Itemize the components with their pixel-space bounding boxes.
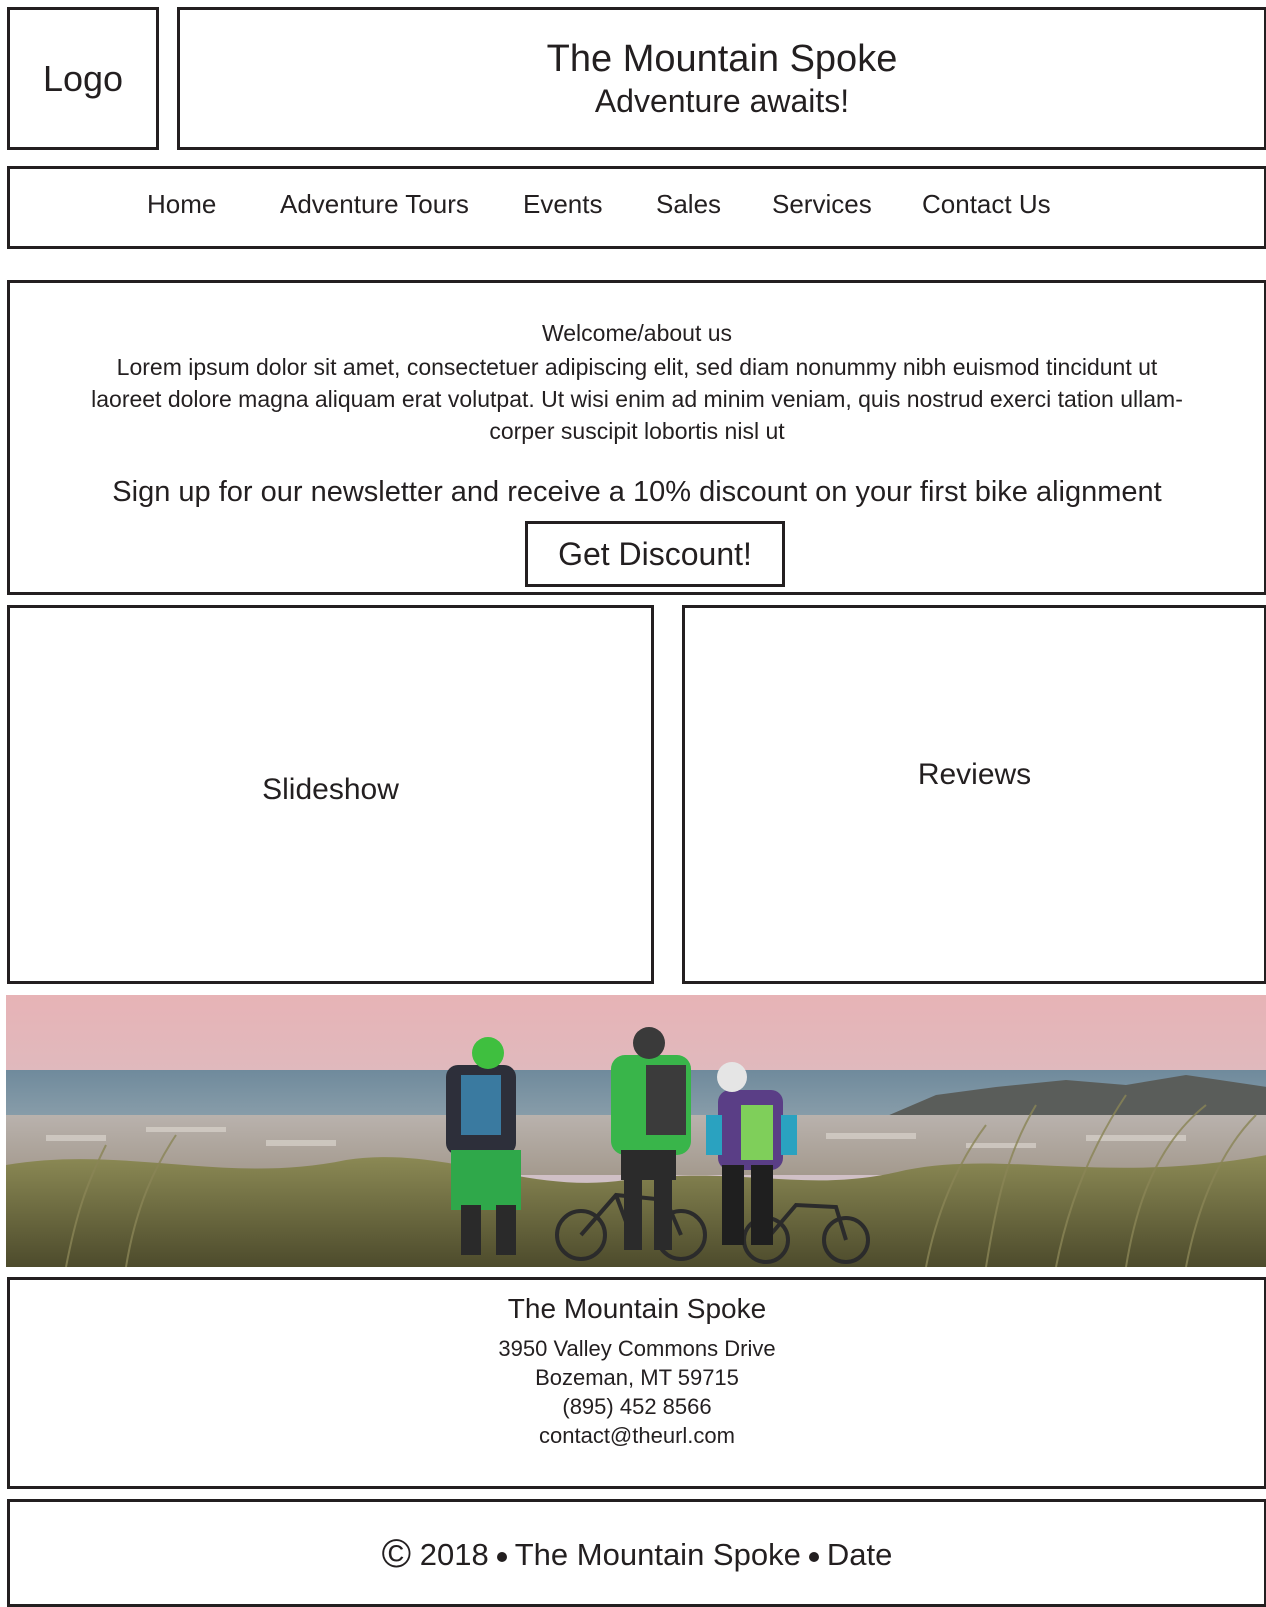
site-tagline: Adventure awaits!: [594, 82, 850, 119]
welcome-body-line: Lorem ipsum dolor sit amet, consectetuer…: [116, 354, 1158, 380]
get-discount-button[interactable]: Get Discount!: [525, 521, 785, 587]
logo-text: Logo: [42, 57, 124, 99]
copyright-year: 2018: [419, 1537, 489, 1572]
contact-city-line: Bozeman, MT 59715: [535, 1365, 739, 1390]
separator-dot-icon: [496, 1551, 507, 1562]
nav-item-services[interactable]: Services: [772, 188, 872, 220]
nav-item-adventure-tours[interactable]: Adventure Tours: [280, 188, 469, 220]
contact-company-name: The Mountain Spoke: [507, 1293, 767, 1324]
nav-item-home[interactable]: Home: [147, 188, 216, 220]
welcome-section: Welcome/about us Lorem ipsum dolor sit a…: [7, 280, 1266, 595]
main-nav: Home Adventure Tours Events Sales Servic…: [7, 166, 1266, 249]
nav-item-sales[interactable]: Sales: [656, 188, 721, 220]
newsletter-text: Sign up for our newsletter and receive a…: [112, 476, 1162, 508]
welcome-body: Lorem ipsum dolor sit amet, consectetuer…: [38, 351, 1236, 447]
contact-phone[interactable]: (895) 452 8566: [10, 1394, 1264, 1420]
slideshow-label: Slideshow: [262, 773, 399, 806]
nav-item-contact-us[interactable]: Contact Us: [922, 188, 1051, 220]
separator-dot-icon: [808, 1551, 819, 1562]
reviews-panel[interactable]: Reviews: [682, 605, 1266, 984]
site-title: The Mountain Spoke: [546, 37, 898, 80]
contact-info: The Mountain Spoke 3950 Valley Commons D…: [7, 1277, 1266, 1489]
contact-email[interactable]: contact@theurl.com: [10, 1423, 1264, 1449]
welcome-body-line: laoreet dolore magna aliquam erat volutp…: [91, 386, 1183, 412]
copyright-line: © 2018 The Mountain Spoke Date: [10, 1532, 1264, 1577]
slideshow-panel[interactable]: Slideshow: [7, 605, 654, 984]
site-header: The Mountain Spoke Adventure awaits!: [177, 7, 1266, 150]
nav-item-events[interactable]: Events: [523, 188, 603, 220]
contact-address-line: 3950 Valley Commons Drive: [498, 1336, 776, 1361]
copyright-icon: ©: [381, 1532, 412, 1576]
welcome-body-line: corper suscipit lobortis nisl ut: [489, 418, 785, 444]
hero-photo-cyclists: [6, 995, 1266, 1267]
reviews-label: Reviews: [917, 758, 1032, 791]
copyright-date: Date: [826, 1537, 893, 1572]
site-footer: © 2018 The Mountain Spoke Date: [7, 1499, 1266, 1607]
welcome-heading: Welcome/about us: [541, 320, 733, 346]
hero-photo-illustration: [6, 995, 1266, 1267]
logo[interactable]: Logo: [7, 7, 159, 150]
copyright-company: The Mountain Spoke: [514, 1537, 801, 1572]
